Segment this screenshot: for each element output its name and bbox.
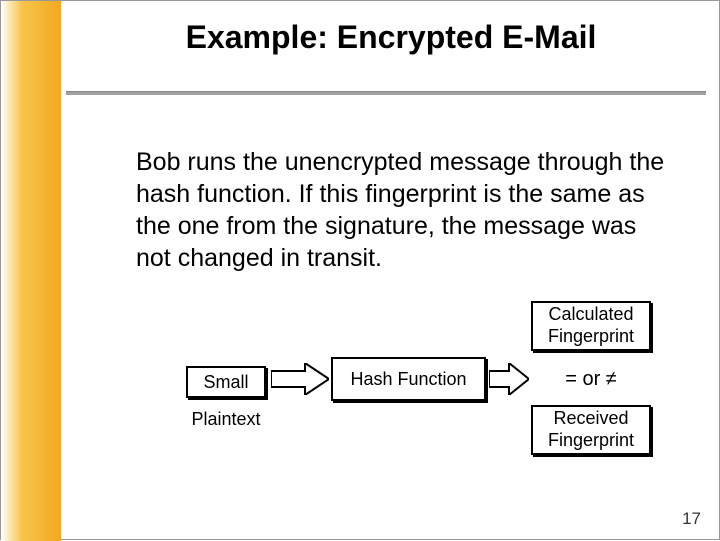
box-small: Small [186, 366, 266, 398]
small-label: Small [203, 372, 248, 393]
page-number: 17 [682, 509, 701, 529]
title-container: Example: Encrypted E-Mail [111, 19, 671, 56]
plaintext-label: Plaintext [176, 409, 276, 430]
slide: Example: Encrypted E-Mail Bob runs the u… [0, 0, 720, 540]
sidebar-gradient [1, 1, 61, 541]
diagram: Calculated Fingerprint Small Plaintext H… [136, 301, 696, 471]
recv-line1: Received [553, 408, 628, 430]
arrow-icon [271, 363, 329, 395]
divider-line [66, 91, 706, 95]
calc-line2: Fingerprint [548, 326, 634, 348]
slide-body-text: Bob runs the unencrypted message through… [136, 146, 676, 274]
hash-label: Hash Function [350, 369, 466, 390]
box-hash-function: Hash Function [331, 357, 486, 401]
box-received-fingerprint: Received Fingerprint [531, 405, 651, 455]
slide-title: Example: Encrypted E-Mail [111, 19, 671, 56]
calc-line1: Calculated [548, 304, 633, 326]
box-equals-or-not: = or ≠ [531, 361, 651, 397]
arrow-icon [489, 363, 529, 395]
recv-line2: Fingerprint [548, 430, 634, 452]
equals-label: = or ≠ [565, 368, 617, 391]
box-calculated-fingerprint: Calculated Fingerprint [531, 301, 651, 351]
